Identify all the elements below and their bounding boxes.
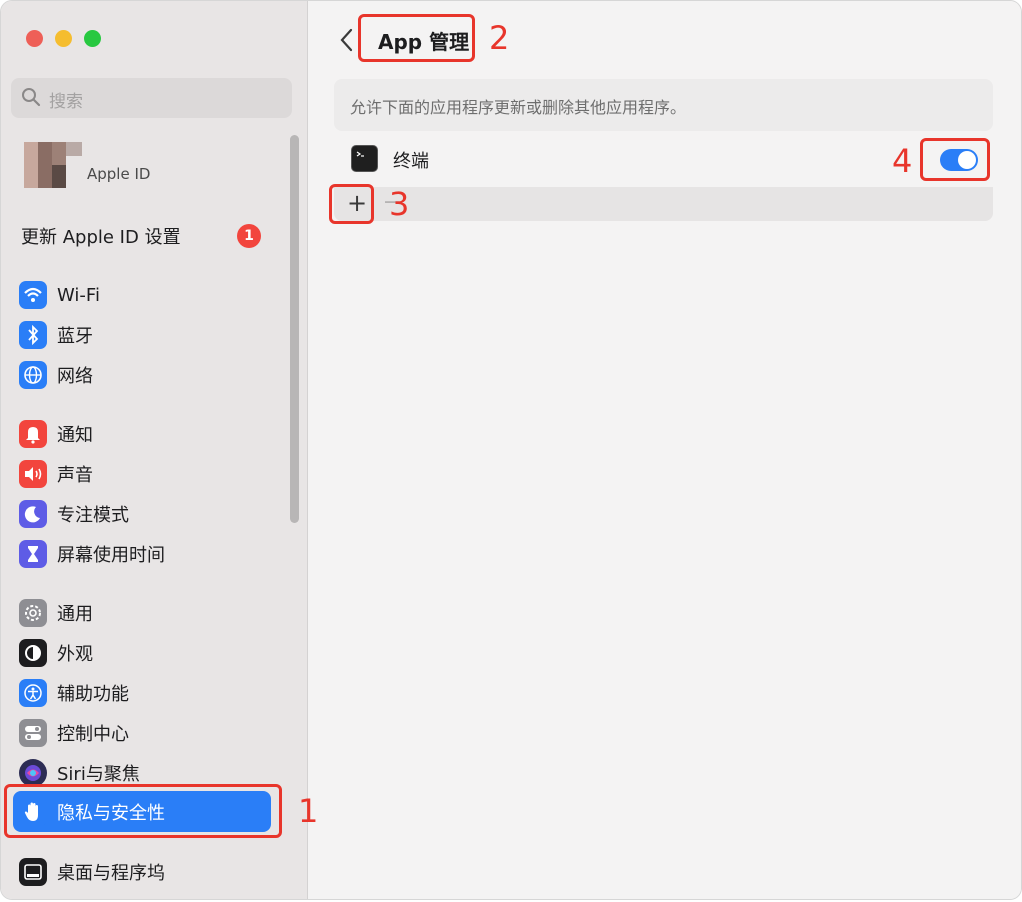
sidebar-item-desktop-dock[interactable]: 桌面与程序坞	[19, 856, 274, 888]
moon-icon	[19, 500, 47, 528]
bell-icon	[19, 420, 47, 448]
zoom-window-button[interactable]	[84, 30, 101, 47]
sidebar-item-wifi[interactable]: Wi-Fi	[19, 279, 274, 311]
main-content: App 管理 允许下面的应用程序更新或删除其他应用程序。 终端 + −	[308, 1, 1021, 899]
minimize-window-button[interactable]	[55, 30, 72, 47]
sidebar-item-label: 控制中心	[57, 724, 129, 745]
list-footer: + −	[334, 187, 993, 221]
globe-icon	[19, 361, 47, 389]
annotation-box-toggle	[920, 138, 990, 181]
sidebar-item-screen-time[interactable]: 屏幕使用时间	[19, 538, 274, 570]
annotation-box-add	[329, 184, 374, 224]
terminal-icon	[351, 145, 378, 172]
appearance-icon	[19, 639, 47, 667]
hourglass-icon	[19, 540, 47, 568]
control-center-icon	[19, 719, 47, 747]
sidebar-item-label: 通用	[57, 604, 93, 625]
sidebar-item-general[interactable]: 通用	[19, 597, 274, 629]
sidebar-item-label: Wi-Fi	[57, 284, 100, 306]
sidebar-item-label: 声音	[57, 465, 93, 486]
sidebar-item-control-center[interactable]: 控制中心	[19, 717, 274, 749]
sidebar-item-label: 蓝牙	[57, 326, 93, 347]
dock-icon	[19, 858, 47, 886]
update-apple-id-label: 更新 Apple ID 设置	[21, 227, 181, 248]
annotation-number: 3	[389, 185, 410, 223]
sidebar-item-label: 网络	[57, 366, 93, 387]
sidebar-item-label: 辅助功能	[57, 684, 129, 705]
annotation-number: 1	[298, 792, 319, 830]
search-placeholder: 搜索	[49, 92, 83, 112]
annotation-number: 2	[489, 19, 510, 57]
sidebar: 搜索 Apple ID 更新 Apple ID 设置 1 Wi-Fi 蓝牙 网络…	[1, 1, 308, 899]
sidebar-item-bluetooth[interactable]: 蓝牙	[19, 319, 274, 351]
close-window-button[interactable]	[26, 30, 43, 47]
sidebar-item-network[interactable]: 网络	[19, 359, 274, 391]
annotation-box-title	[358, 14, 475, 62]
sidebar-item-sound[interactable]: 声音	[19, 458, 274, 490]
wifi-icon	[19, 281, 47, 309]
back-chevron-icon[interactable]	[338, 27, 356, 53]
sidebar-item-notifications[interactable]: 通知	[19, 418, 274, 450]
notification-badge: 1	[237, 224, 261, 248]
app-name-label: 终端	[393, 151, 429, 172]
bluetooth-icon	[19, 321, 47, 349]
avatar[interactable]	[24, 142, 82, 188]
speaker-icon	[19, 460, 47, 488]
sidebar-item-label: 外观	[57, 644, 93, 665]
sidebar-item-focus[interactable]: 专注模式	[19, 498, 274, 530]
siri-icon	[19, 759, 47, 787]
annotation-box-privacy	[4, 784, 282, 838]
description-box: 允许下面的应用程序更新或删除其他应用程序。	[334, 79, 993, 131]
sidebar-item-label: 通知	[57, 425, 93, 446]
sidebar-scrollbar[interactable]	[290, 135, 299, 523]
sidebar-item-label: Siri与聚焦	[57, 764, 140, 785]
accessibility-icon	[19, 679, 47, 707]
sidebar-item-label: 桌面与程序坞	[57, 863, 165, 884]
search-icon	[22, 88, 41, 107]
gear-icon	[19, 599, 47, 627]
sidebar-item-label: 屏幕使用时间	[57, 545, 165, 566]
annotation-number: 4	[892, 142, 913, 180]
apple-id-label: Apple ID	[87, 165, 151, 183]
description-text: 允许下面的应用程序更新或删除其他应用程序。	[350, 98, 687, 117]
sidebar-item-label: 专注模式	[57, 505, 129, 526]
settings-window: 搜索 Apple ID 更新 Apple ID 设置 1 Wi-Fi 蓝牙 网络…	[0, 0, 1022, 900]
sidebar-item-appearance[interactable]: 外观	[19, 637, 274, 669]
search-field[interactable]: 搜索	[11, 78, 292, 118]
sidebar-item-accessibility[interactable]: 辅助功能	[19, 677, 274, 709]
